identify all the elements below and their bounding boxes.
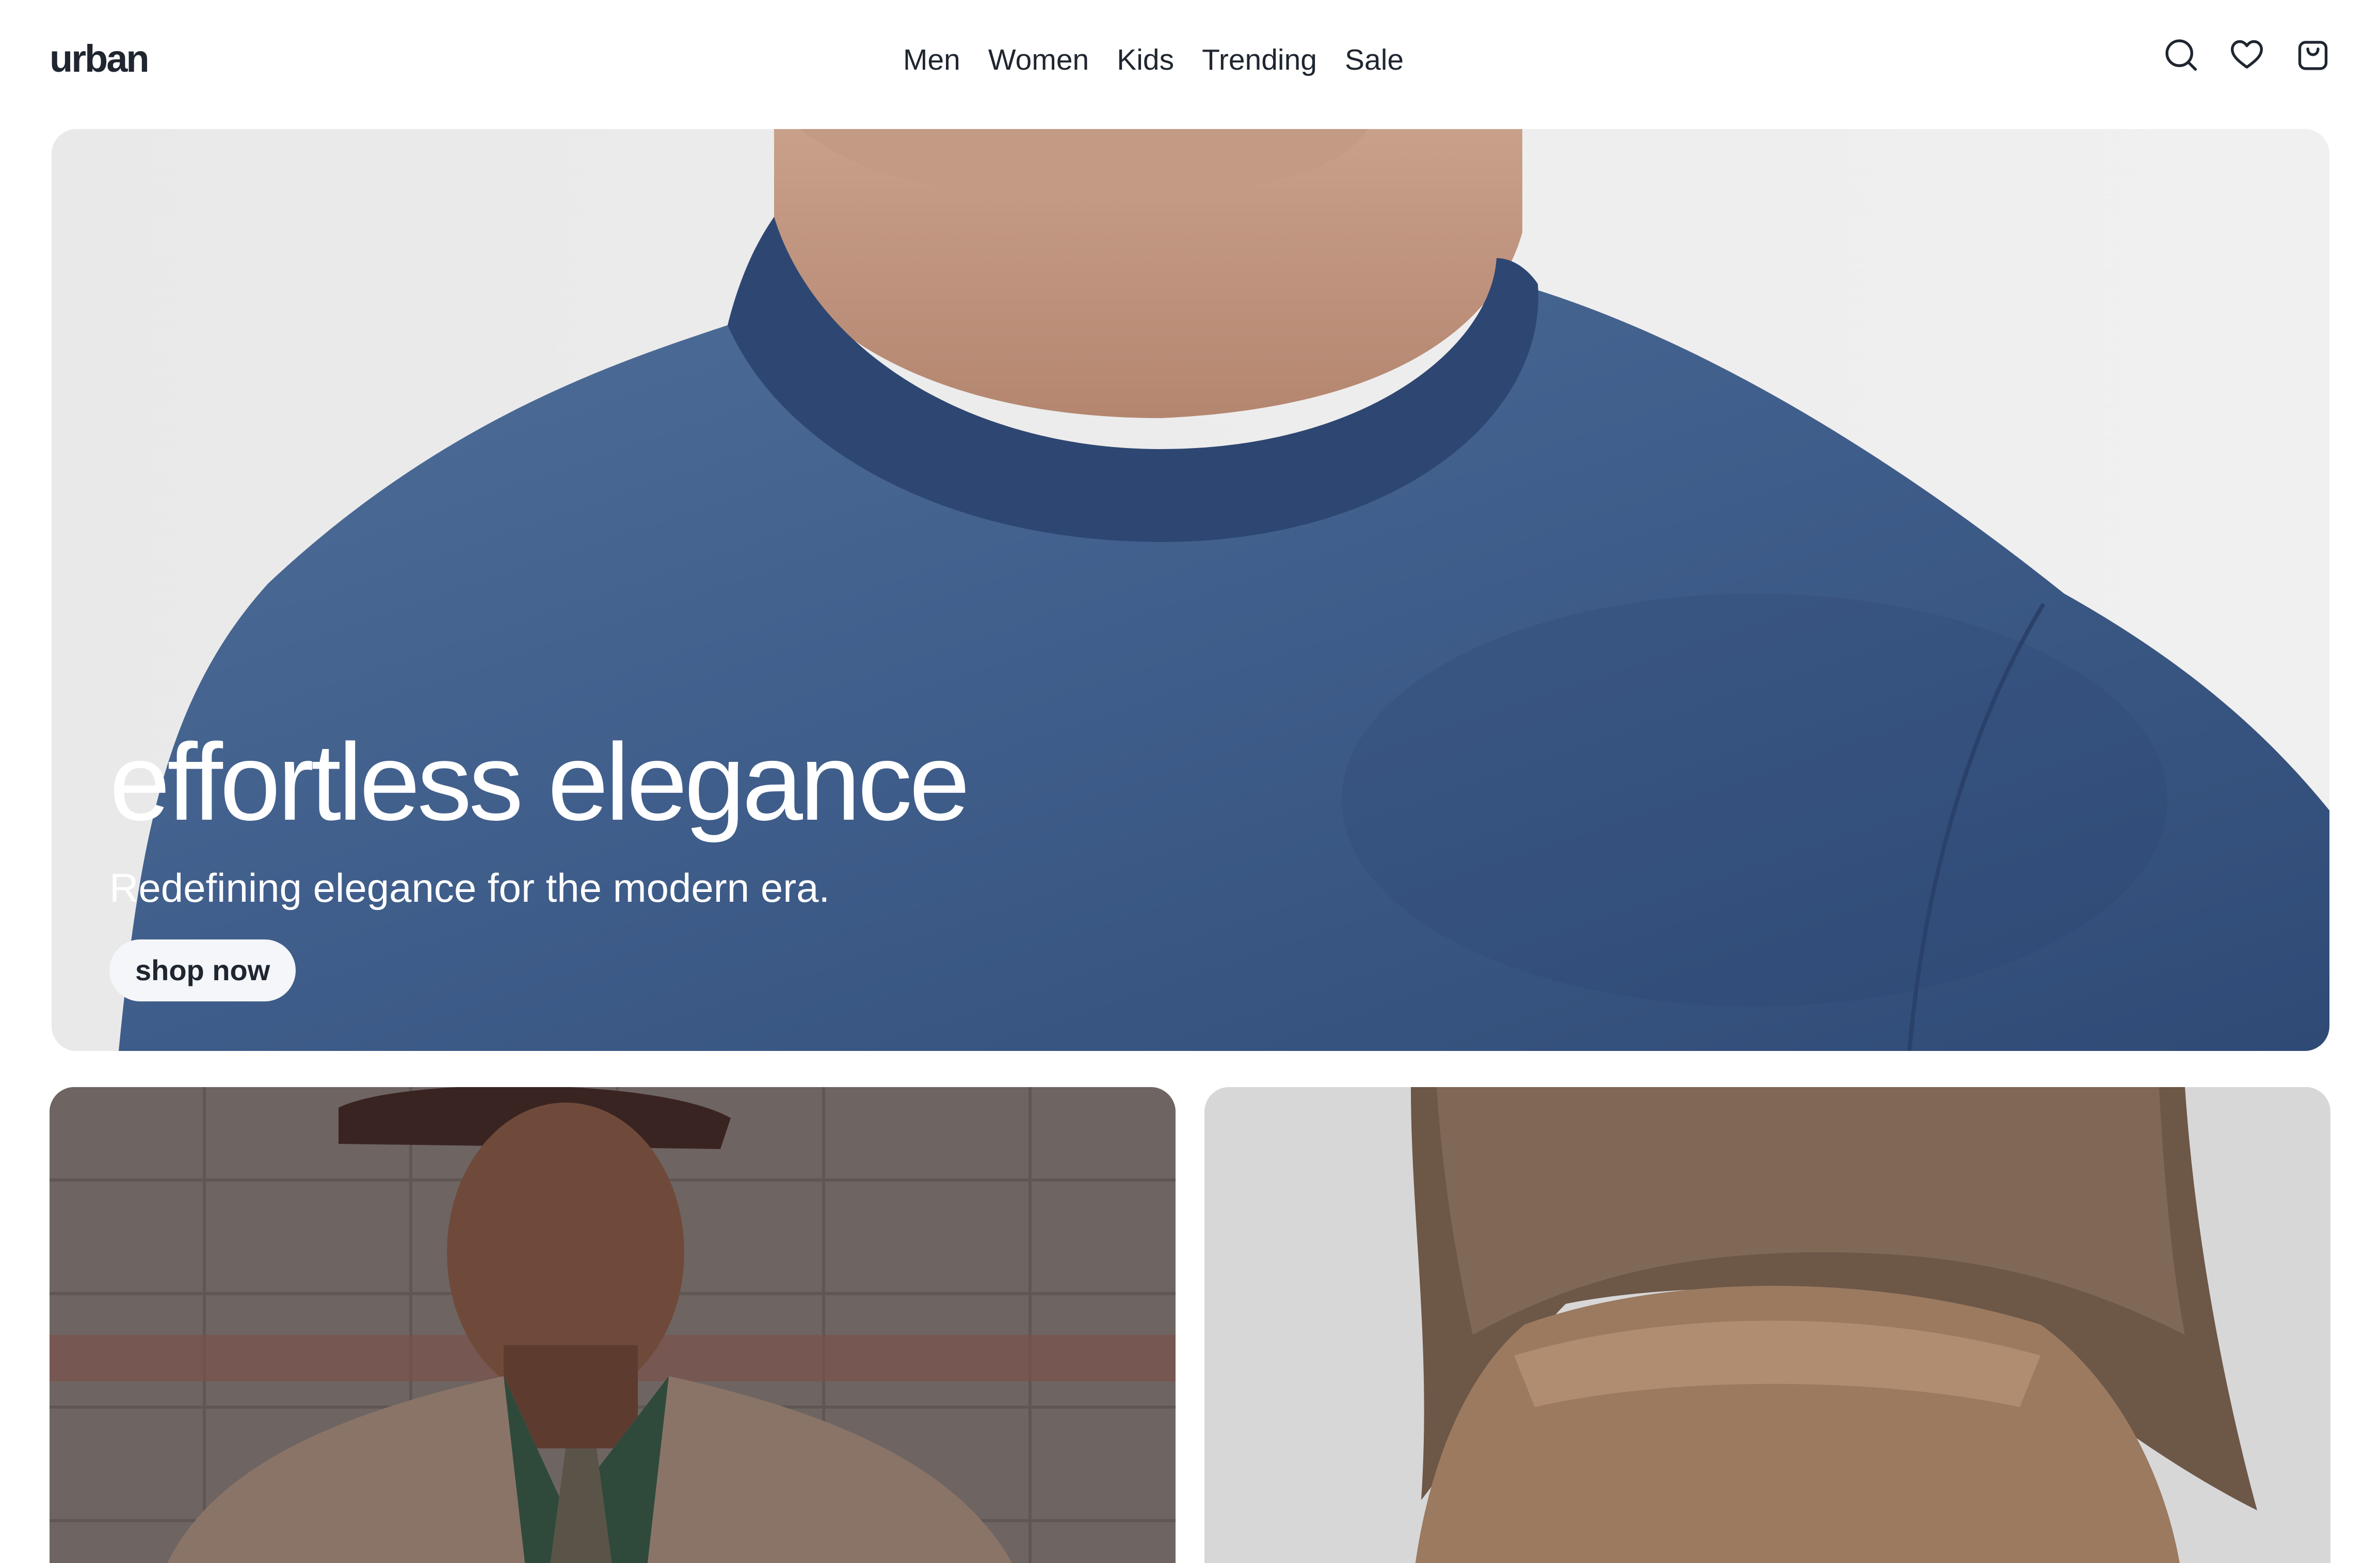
search-icon[interactable] xyxy=(2163,37,2198,72)
hero-title: effortless elegance xyxy=(109,721,970,843)
site-header: urban Men Women Kids Trending Sale xyxy=(0,0,2380,124)
nav-item-men[interactable]: Men xyxy=(903,34,960,86)
page: urban Men Women Kids Trending Sale effor… xyxy=(0,0,2380,1563)
collection-card-women[interactable] xyxy=(1204,1087,2330,1563)
shop-now-button[interactable]: shop now xyxy=(109,939,296,1001)
nav-item-women[interactable]: Women xyxy=(988,34,1089,86)
hero-banner: effortless elegance Redefining elegance … xyxy=(52,129,2329,1051)
brand-logo[interactable]: urban xyxy=(50,33,150,85)
women-collection-image xyxy=(1204,1087,2330,1563)
nav-item-kids[interactable]: Kids xyxy=(1117,34,1174,86)
hero-subtitle: Redefining elegance for the modern era. xyxy=(109,865,830,911)
nav-item-trending[interactable]: Trending xyxy=(1202,34,1317,86)
collection-card-men[interactable] xyxy=(50,1087,1176,1563)
men-collection-image xyxy=(50,1087,1176,1563)
main-nav: Men Women Kids Trending Sale xyxy=(903,34,1404,86)
heart-icon[interactable] xyxy=(2229,37,2264,72)
nav-item-sale[interactable]: Sale xyxy=(1345,34,1404,86)
header-actions xyxy=(2163,37,2330,72)
shopping-bag-icon[interactable] xyxy=(2295,37,2330,72)
